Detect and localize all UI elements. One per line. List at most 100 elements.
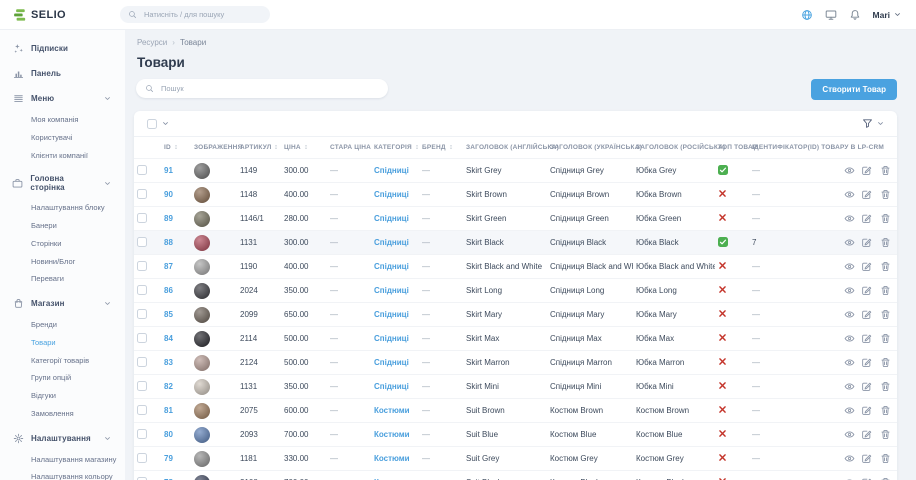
edit-button[interactable] xyxy=(861,285,872,296)
product-image[interactable] xyxy=(194,235,210,251)
user-menu[interactable]: Mari xyxy=(873,10,901,20)
row-checkbox[interactable] xyxy=(137,285,147,295)
category-link[interactable]: Костюми xyxy=(374,454,410,463)
column-header[interactable]: АРТИКУЛ xyxy=(237,137,281,159)
product-id-link[interactable]: 91 xyxy=(164,166,173,175)
sidebar-subitem[interactable]: Моя компанія xyxy=(31,111,119,129)
view-button[interactable] xyxy=(844,453,855,464)
sidebar-item-3[interactable]: Головна сторінка xyxy=(12,167,119,199)
category-link[interactable]: Спідниці xyxy=(374,166,409,175)
sidebar-subitem[interactable]: Налаштування магазину xyxy=(31,451,119,469)
sidebar-subitem[interactable]: Клієнти компанії xyxy=(31,147,119,165)
product-id-link[interactable]: 88 xyxy=(164,238,173,247)
view-button[interactable] xyxy=(844,405,855,416)
category-link[interactable]: Спідниці xyxy=(374,382,409,391)
select-all-checkbox[interactable] xyxy=(147,119,157,129)
row-checkbox[interactable] xyxy=(137,261,147,271)
sidebar-subitem[interactable]: Бренди xyxy=(31,316,119,334)
global-search[interactable] xyxy=(120,6,270,23)
product-image[interactable] xyxy=(194,427,210,443)
row-checkbox[interactable] xyxy=(137,357,147,367)
more-actions-button[interactable] xyxy=(837,310,838,320)
category-link[interactable]: Костюми xyxy=(374,406,410,415)
bell-icon[interactable] xyxy=(849,9,861,21)
category-link[interactable]: Костюми xyxy=(374,430,410,439)
product-image[interactable] xyxy=(194,331,210,347)
create-product-button[interactable]: Створити Товар xyxy=(811,79,897,100)
product-image[interactable] xyxy=(194,283,210,299)
edit-button[interactable] xyxy=(861,309,872,320)
delete-button[interactable] xyxy=(880,285,891,296)
more-actions-button[interactable] xyxy=(837,238,838,248)
more-actions-button[interactable] xyxy=(837,190,838,200)
edit-button[interactable] xyxy=(861,357,872,368)
edit-button[interactable] xyxy=(861,405,872,416)
row-checkbox[interactable] xyxy=(137,165,147,175)
more-actions-button[interactable] xyxy=(837,262,838,272)
product-image[interactable] xyxy=(194,187,210,203)
delete-button[interactable] xyxy=(880,405,891,416)
global-search-input[interactable] xyxy=(142,9,262,20)
product-id-link[interactable]: 85 xyxy=(164,310,173,319)
view-button[interactable] xyxy=(844,237,855,248)
sort-icon[interactable] xyxy=(273,144,279,150)
delete-button[interactable] xyxy=(880,381,891,392)
view-button[interactable] xyxy=(844,333,855,344)
product-id-link[interactable]: 90 xyxy=(164,190,173,199)
delete-button[interactable] xyxy=(880,309,891,320)
row-checkbox[interactable] xyxy=(137,237,147,247)
product-image[interactable] xyxy=(194,355,210,371)
product-image[interactable] xyxy=(194,451,210,467)
sidebar-subitem[interactable]: Новини/Блог xyxy=(31,253,119,271)
column-header[interactable]: ЦІНА xyxy=(281,137,327,159)
product-id-link[interactable]: 80 xyxy=(164,430,173,439)
more-actions-button[interactable] xyxy=(837,382,838,392)
sidebar-subitem[interactable]: Налаштування кольору xyxy=(31,468,119,480)
select-dropdown-chevron-icon[interactable] xyxy=(162,120,169,127)
category-link[interactable]: Спідниці xyxy=(374,238,409,247)
sidebar-item-2[interactable]: Меню xyxy=(12,86,119,111)
more-actions-button[interactable] xyxy=(837,454,838,464)
sidebar-subitem[interactable]: Відгуки xyxy=(31,387,119,405)
sidebar-item-0[interactable]: Підписки xyxy=(12,36,119,61)
sort-icon[interactable] xyxy=(303,144,309,150)
table-search[interactable] xyxy=(136,79,388,98)
view-button[interactable] xyxy=(844,261,855,272)
edit-button[interactable] xyxy=(861,237,872,248)
view-button[interactable] xyxy=(844,285,855,296)
category-link[interactable]: Спідниці xyxy=(374,190,409,199)
view-button[interactable] xyxy=(844,381,855,392)
edit-button[interactable] xyxy=(861,429,872,440)
category-link[interactable]: Спідниці xyxy=(374,286,409,295)
delete-button[interactable] xyxy=(880,189,891,200)
product-id-link[interactable]: 89 xyxy=(164,214,173,223)
more-actions-button[interactable] xyxy=(837,430,838,440)
sort-icon[interactable] xyxy=(448,144,454,150)
more-actions-button[interactable] xyxy=(837,214,838,224)
product-id-link[interactable]: 81 xyxy=(164,406,173,415)
product-id-link[interactable]: 79 xyxy=(164,454,173,463)
product-image[interactable] xyxy=(194,307,210,323)
row-checkbox[interactable] xyxy=(137,405,147,415)
row-checkbox[interactable] xyxy=(137,429,147,439)
delete-button[interactable] xyxy=(880,453,891,464)
edit-button[interactable] xyxy=(861,189,872,200)
sidebar-subitem[interactable]: Користувачі xyxy=(31,129,119,147)
product-image[interactable] xyxy=(194,475,210,480)
filter-button[interactable] xyxy=(862,118,884,129)
category-link[interactable]: Спідниці xyxy=(374,262,409,271)
row-checkbox[interactable] xyxy=(137,309,147,319)
monitor-icon[interactable] xyxy=(825,9,837,21)
column-header[interactable]: ID xyxy=(161,137,191,159)
sidebar-subitem[interactable]: Сторінки xyxy=(31,235,119,253)
app-logo[interactable]: SELIO xyxy=(0,8,120,22)
breadcrumb-item[interactable]: Ресурси xyxy=(137,38,167,47)
edit-button[interactable] xyxy=(861,261,872,272)
table-search-input[interactable] xyxy=(159,83,379,94)
category-link[interactable]: Спідниці xyxy=(374,310,409,319)
delete-button[interactable] xyxy=(880,213,891,224)
product-image[interactable] xyxy=(194,163,210,179)
row-checkbox[interactable] xyxy=(137,453,147,463)
more-actions-button[interactable] xyxy=(837,166,838,176)
more-actions-button[interactable] xyxy=(837,286,838,296)
